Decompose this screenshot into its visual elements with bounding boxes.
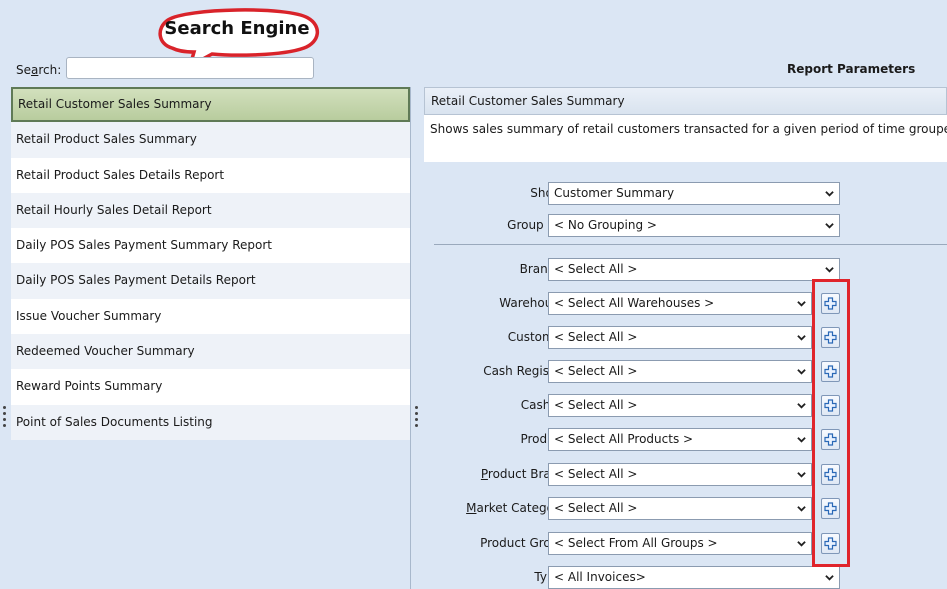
report-list-panel: Retail Customer Sales Summary Retail Pro… (0, 87, 411, 589)
product-brand-label-accelerator: P (480, 467, 488, 481)
parameters-form: Show: Customer Summary Group By: < No Gr… (424, 162, 947, 589)
show-select[interactable]: Customer Summary (548, 182, 840, 205)
chevron-down-icon (797, 301, 806, 307)
type-select[interactable]: < All Invoices> (548, 566, 840, 589)
report-item-reward-points-summary[interactable]: Reward Points Summary (11, 369, 410, 405)
report-item-retail-product-sales-details[interactable]: Retail Product Sales Details Report (11, 157, 410, 193)
param-row-type: Type: < All Invoices> (424, 566, 947, 589)
chevron-down-icon (797, 335, 806, 341)
chevron-down-icon (825, 267, 834, 273)
selected-report-title: Retail Customer Sales Summary (424, 87, 947, 115)
param-row-customer: Customer < Select All > (424, 326, 947, 350)
product-group-select[interactable]: < Select From All Groups > (548, 532, 812, 555)
report-item-retail-hourly-sales-detail[interactable]: Retail Hourly Sales Detail Report (11, 192, 410, 229)
show-value: Customer Summary (554, 186, 675, 200)
cash-register-value: < Select All > (554, 364, 638, 378)
report-item-retail-product-sales-summary[interactable]: Retail Product Sales Summary (11, 122, 410, 158)
warehouse-select[interactable]: < Select All Warehouses > (548, 292, 812, 315)
chevron-down-icon (797, 369, 806, 375)
param-row-product-brand: Product Brand < Select All > (424, 463, 947, 487)
callout-title: Search Engine (164, 18, 310, 39)
param-row-show: Show: Customer Summary (424, 182, 947, 206)
customer-select[interactable]: < Select All > (548, 326, 812, 349)
product-group-value: < Select From All Groups > (554, 536, 718, 550)
report-parameters-title: Report Parameters (787, 62, 916, 76)
search-label: Search: (16, 63, 61, 77)
report-parameters-panel: Retail Customer Sales Summary Shows sale… (424, 87, 947, 589)
report-item-redeemed-voucher-summary[interactable]: Redeemed Voucher Summary (11, 334, 410, 370)
search-label-prefix: Se (16, 63, 31, 77)
market-category-label-accelerator: M (466, 501, 477, 515)
form-divider (434, 244, 947, 245)
add-buttons-highlight (812, 279, 850, 567)
search-label-suffix: rch: (38, 63, 62, 77)
product-brand-value: < Select All > (554, 467, 638, 481)
search-input[interactable] (66, 57, 314, 79)
top-bar: Search Engine Search: Report Parameters (0, 0, 947, 86)
report-list: Retail Customer Sales Summary Retail Pro… (11, 87, 410, 440)
group-by-select[interactable]: < No Grouping > (548, 214, 840, 237)
param-row-product: Product < Select All Products > (424, 428, 947, 452)
group-by-value: < No Grouping > (554, 218, 657, 232)
report-item-issue-voucher-summary[interactable]: Issue Voucher Summary (11, 298, 410, 335)
panel-splitter-grip[interactable] (415, 406, 419, 432)
report-item-retail-customer-sales-summary[interactable]: Retail Customer Sales Summary (11, 87, 410, 123)
chevron-down-icon (825, 223, 834, 229)
branch-value: < Select All > (554, 262, 638, 276)
product-value: < Select All Products > (554, 432, 694, 446)
cashier-select[interactable]: < Select All > (548, 394, 812, 417)
param-row-branch: Branch: < Select All > (424, 258, 947, 282)
warehouse-value: < Select All Warehouses > (554, 296, 715, 310)
param-row-market-category: Market Category < Select All > (424, 497, 947, 521)
chevron-down-icon (797, 472, 806, 478)
market-category-value: < Select All > (554, 501, 638, 515)
param-row-warehouse: Warehouse < Select All Warehouses > (424, 292, 947, 316)
param-row-group-by: Group By: < No Grouping > (424, 214, 947, 238)
product-select[interactable]: < Select All Products > (548, 428, 812, 451)
param-row-product-group: Product Group < Select From All Groups > (424, 532, 947, 556)
report-item-pos-documents-listing[interactable]: Point of Sales Documents Listing (11, 404, 410, 440)
report-item-daily-pos-payment-summary[interactable]: Daily POS Sales Payment Summary Report (11, 228, 410, 264)
cash-register-select[interactable]: < Select All > (548, 360, 812, 383)
branch-select[interactable]: < Select All > (548, 258, 840, 281)
report-item-daily-pos-payment-details[interactable]: Daily POS Sales Payment Details Report (11, 263, 410, 299)
market-category-select[interactable]: < Select All > (548, 497, 812, 520)
customer-value: < Select All > (554, 330, 638, 344)
cashier-value: < Select All > (554, 398, 638, 412)
chevron-down-icon (825, 191, 834, 197)
product-brand-select[interactable]: < Select All > (548, 463, 812, 486)
param-row-cash-register: Cash Register < Select All > (424, 360, 947, 384)
param-row-cashier: Cashier < Select All > (424, 394, 947, 418)
chevron-down-icon (825, 575, 834, 581)
selected-report-description: Shows sales summary of retail customers … (424, 115, 947, 162)
chevron-down-icon (797, 437, 806, 443)
chevron-down-icon (797, 541, 806, 547)
chevron-down-icon (797, 403, 806, 409)
left-splitter-grip[interactable] (3, 406, 7, 432)
type-value: < All Invoices> (554, 570, 646, 584)
chevron-down-icon (797, 506, 806, 512)
